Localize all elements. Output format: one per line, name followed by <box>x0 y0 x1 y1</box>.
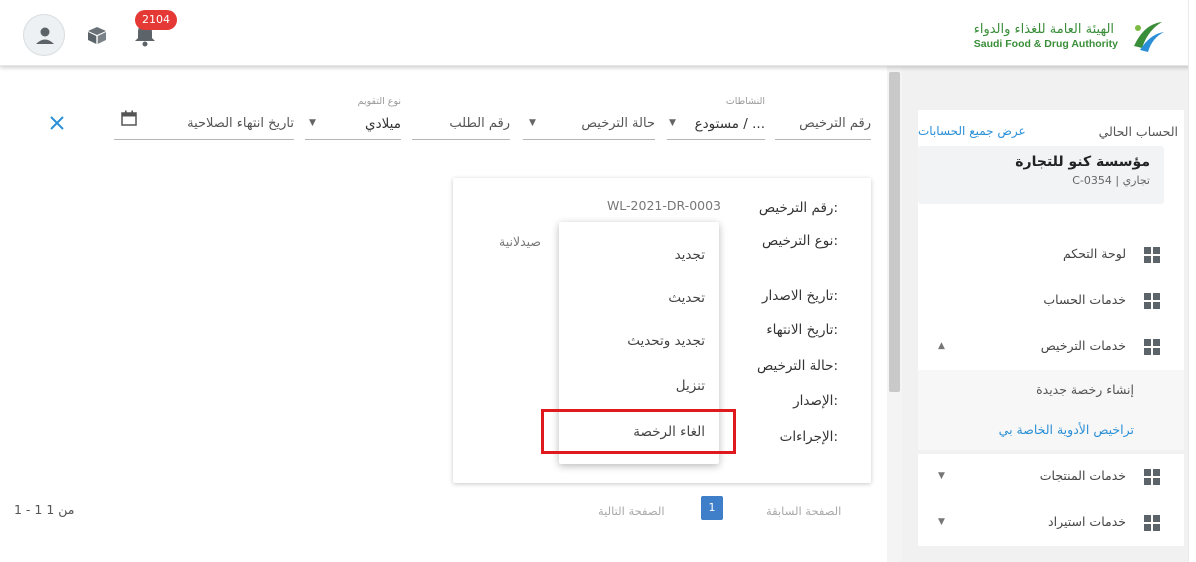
dropdown-arrow-icon: ▼ <box>529 118 536 128</box>
field-underline <box>523 139 655 140</box>
package-icon <box>88 27 106 44</box>
chevron-down-icon: ▼ <box>938 471 945 481</box>
calendar-icon[interactable] <box>121 110 137 126</box>
notification-badge: 2104 <box>135 10 177 30</box>
sidebar-item-label: خدمات الترخيص <box>1040 338 1126 353</box>
top-header: 2104 الهيئة العامة للغذاء والدواء Saudi … <box>0 0 1196 66</box>
activities-filter[interactable]: النشاطات مستودع / ... ▼ <box>667 84 765 144</box>
sidebar-item-dashboard[interactable]: لوحة التحكم <box>918 232 1184 278</box>
current-account-label: الحساب الحالي <box>1098 124 1178 139</box>
calendar-type-filter-value: ميلادي <box>365 116 401 132</box>
field-underline <box>305 139 401 140</box>
grid-icon <box>1144 247 1160 263</box>
field-underline <box>114 139 294 140</box>
license-status-label: حالة الترخيص: <box>756 358 838 374</box>
user-icon <box>36 27 54 44</box>
expiry-date-label: تاريخ الانتهاء: <box>766 322 838 338</box>
sidebar-item-label: خدمات المنتجات <box>1039 468 1126 483</box>
grid-icon <box>1144 469 1160 485</box>
chevron-down-icon: ▼ <box>938 517 945 527</box>
next-page-button[interactable]: الصفحة التالية <box>598 504 665 518</box>
grid-icon <box>1144 293 1160 309</box>
actions-label: الإجراءات: <box>779 429 838 445</box>
sidebar-item-label: لوحة التحكم <box>1062 246 1126 261</box>
sidebar-item-licensing-services[interactable]: خدمات الترخيص ▲ <box>918 324 1184 370</box>
license-number-filter-label: رقم الترخيص <box>799 116 871 131</box>
license-status-filter-label: حالة الترخيص <box>581 116 655 131</box>
menu-item-download[interactable]: تنزيل <box>676 378 705 394</box>
sidebar-subitem-label: إنشاء رخصة جديدة <box>1036 382 1134 397</box>
sfda-logo[interactable]: الهيئة العامة للغذاء والدواء Saudi Food … <box>974 14 1166 56</box>
sfda-logo-icon <box>1134 22 1164 52</box>
menu-item-update[interactable]: تحديث <box>668 290 705 306</box>
menu-item-renew[interactable]: تجديد <box>675 247 705 263</box>
organization-meta: C-0354 | تجاري <box>1072 174 1150 187</box>
sidebar: الحساب الحالي عرض جميع الحسابات مؤسسة كن… <box>902 66 1196 562</box>
activities-filter-value: مستودع / ... <box>694 116 765 132</box>
activities-filter-label: النشاطات <box>725 96 765 107</box>
logo-arabic: الهيئة العامة للغذاء والدواء <box>973 21 1115 37</box>
sidebar-subitem-my-drug-licenses[interactable]: تراخيص الأدوية الخاصة بي <box>918 410 1184 450</box>
calendar-type-filter-label: نوع التقويم <box>357 96 401 107</box>
license-type-label: نوع الترخيص: <box>762 233 838 249</box>
grid-icon <box>1144 515 1160 531</box>
dropdown-arrow-icon: ▼ <box>669 118 676 128</box>
previous-page-button[interactable]: الصفحة السابقة <box>766 504 841 518</box>
grid-icon <box>1144 339 1160 355</box>
field-underline <box>775 139 871 140</box>
sidebar-item-product-services[interactable]: خدمات المنتجات ▼ <box>918 454 1184 500</box>
view-all-accounts-link[interactable]: عرض جميع الحسابات <box>918 124 1026 138</box>
sidebar-item-label: خدمات استيراد <box>1048 514 1126 529</box>
sidebar-item-label: خدمات الحساب <box>1043 292 1126 307</box>
field-underline <box>412 139 510 140</box>
expiry-date-filter-label: تاريخ انتهاء الصلاحية <box>187 116 294 131</box>
results-count: 1 - 1 من 1 <box>14 502 75 517</box>
chevron-up-icon: ▲ <box>938 341 945 351</box>
field-underline <box>667 139 765 140</box>
license-number-label: رقم الترخيص: <box>758 200 838 216</box>
license-number-filter[interactable]: رقم الترخيص <box>775 84 871 144</box>
calendar-type-filter[interactable]: نوع التقويم ميلادي ▼ <box>305 84 401 144</box>
sidebar-subitem-label: تراخيص الأدوية الخاصة بي <box>998 422 1134 437</box>
license-type-value: صيدلانية <box>499 234 542 249</box>
cancel-license-highlight <box>541 409 736 454</box>
user-avatar-button[interactable] <box>23 14 65 56</box>
license-number-value: WL-2021-DR-0003 <box>606 198 721 213</box>
issue-date-label: تاريخ الاصدار: <box>762 288 838 304</box>
content-scrollbar-thumb[interactable] <box>889 72 900 392</box>
sidebar-item-import-services[interactable]: خدمات استيراد ▼ <box>918 500 1184 546</box>
sidebar-subitem-new-license[interactable]: إنشاء رخصة جديدة <box>918 370 1184 410</box>
window-edge <box>1188 0 1196 562</box>
license-status-filter[interactable]: حالة الترخيص ▼ <box>523 84 655 144</box>
sidebar-item-account-services[interactable]: خدمات الحساب <box>918 278 1184 324</box>
logo-english: Saudi Food & Drug Authority <box>973 37 1118 50</box>
request-number-filter[interactable]: رقم الطلب <box>412 84 510 144</box>
version-label: الإصدار: <box>793 393 838 409</box>
package-button[interactable] <box>84 22 110 48</box>
request-number-filter-label: رقم الطلب <box>449 116 510 131</box>
organization-box: مؤسسة كنو للتجارة C-0354 | تجاري <box>918 146 1164 204</box>
menu-item-renew-update[interactable]: تجديد وتحديث <box>627 333 705 349</box>
logo-text: الهيئة العامة للغذاء والدواء Saudi Food … <box>974 21 1118 50</box>
organization-name: مؤسسة كنو للتجارة <box>1015 154 1150 170</box>
app-root: 2104 الهيئة العامة للغذاء والدواء Saudi … <box>0 0 1196 562</box>
expiry-date-filter[interactable]: تاريخ انتهاء الصلاحية <box>114 84 294 144</box>
clear-filters-close-icon[interactable] <box>48 114 66 132</box>
dropdown-arrow-icon: ▼ <box>309 118 316 128</box>
page-1-button[interactable]: 1 <box>701 496 723 520</box>
